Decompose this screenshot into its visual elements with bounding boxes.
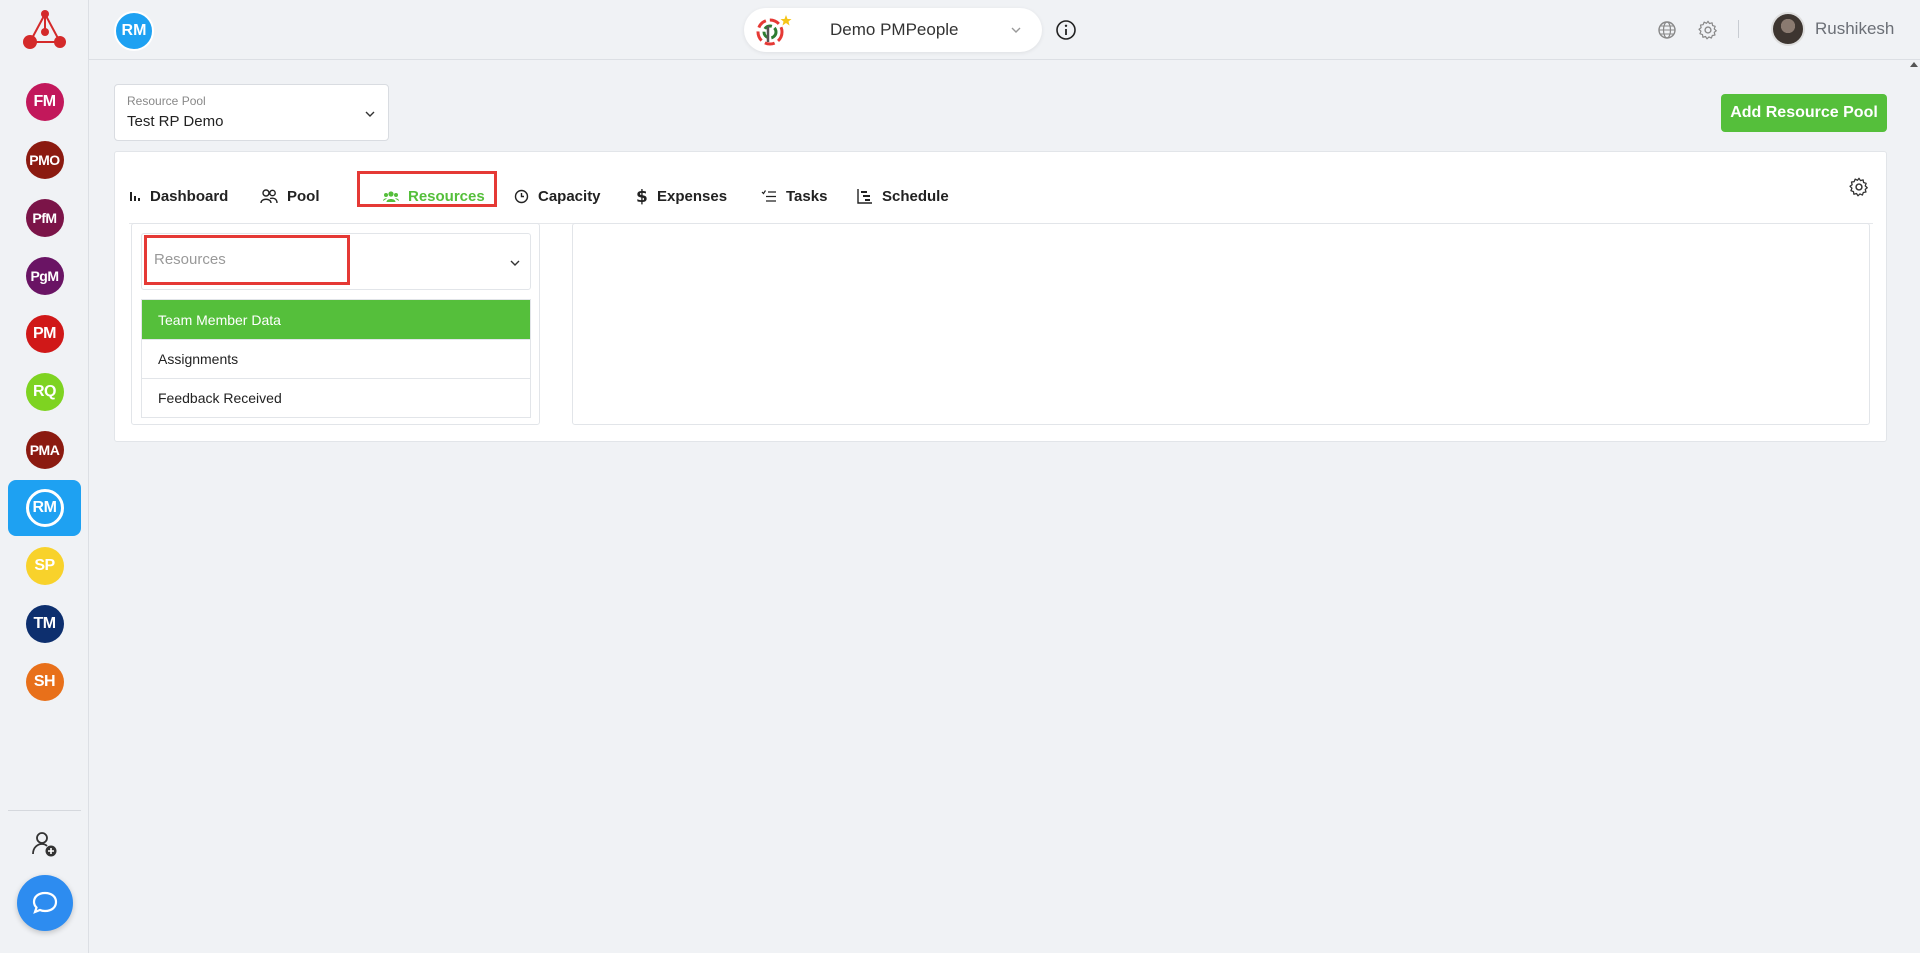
sidebar-app-sh[interactable]: SH	[0, 653, 89, 711]
sidebar-divider	[8, 810, 81, 811]
tab-tasks[interactable]: Tasks	[761, 182, 827, 210]
chat-button[interactable]	[17, 875, 73, 931]
module-tabs: Dashboard Pool Resources Capacity $ Expe…	[129, 166, 1873, 224]
tab-label: Pool	[287, 187, 320, 205]
tab-label: Tasks	[786, 187, 828, 205]
resources-select[interactable]: Resources	[141, 233, 531, 290]
app-badge: SH	[25, 663, 64, 701]
app-badge: PM	[25, 315, 64, 353]
app-badge: TM	[25, 605, 64, 643]
app-logo[interactable]	[19, 4, 71, 54]
sidebar-app-pmo[interactable]: PMO	[0, 131, 89, 189]
tab-label: Dashboard	[150, 187, 229, 205]
chat-bubble-icon	[32, 891, 58, 914]
user-avatar[interactable]	[1771, 12, 1805, 46]
tab-label: Expenses	[657, 187, 728, 205]
workspace-selector[interactable]: Demo PMPeople	[744, 8, 1042, 52]
add-user-icon[interactable]	[30, 829, 60, 859]
module-badge[interactable]: RM	[114, 11, 154, 51]
app-badge: PMO	[25, 141, 64, 179]
sidebar-app-pgm[interactable]: PgM	[0, 247, 89, 305]
people-icon	[260, 189, 278, 204]
resource-pool-label: Resource Pool	[127, 94, 206, 108]
main-card: Dashboard Pool Resources Capacity $ Expe…	[114, 151, 1887, 442]
workspace-name: Demo PMPeople	[830, 20, 959, 39]
top-bar: RM Demo PMPeople Rushikesh	[89, 0, 1920, 60]
sidebar-app-fm[interactable]: FM	[0, 73, 89, 131]
settings-gear-icon[interactable]	[1848, 176, 1870, 198]
resource-menu: Team Member Data Assignments Feedback Re…	[141, 299, 531, 418]
workspace-logo-icon	[756, 15, 792, 46]
tab-dashboard[interactable]: Dashboard	[129, 182, 228, 210]
scroll-up-arrow[interactable]	[1910, 62, 1918, 67]
tab-label: Schedule	[882, 187, 949, 205]
app-badge: PgM	[25, 257, 64, 295]
resource-pool-value: Test RP Demo	[127, 113, 224, 130]
sidebar-app-rq[interactable]: RQ	[0, 363, 89, 421]
tab-label: Resources	[408, 187, 485, 205]
resources-panel: Resources Team Member Data Assignments F…	[131, 223, 540, 425]
sidebar-app-pfm[interactable]: PfM	[0, 189, 89, 247]
content-panel	[572, 223, 1870, 425]
sidebar-app-pma[interactable]: PMA	[0, 421, 89, 479]
tab-pool[interactable]: Pool	[260, 182, 320, 210]
app-badge: RQ	[25, 373, 64, 411]
app-badge: PfM	[25, 199, 64, 237]
settings-gear-icon[interactable]	[1697, 19, 1719, 41]
svg-text:$: $	[636, 187, 648, 205]
resource-menu-item-assignments[interactable]: Assignments	[142, 339, 530, 378]
group-icon	[383, 191, 399, 202]
bar-chart-icon	[130, 192, 140, 201]
tab-resources[interactable]: Resources	[383, 182, 485, 210]
globe-icon[interactable]	[1657, 20, 1677, 40]
resource-pool-select[interactable]: Resource Pool Test RP Demo	[114, 84, 389, 141]
tab-schedule[interactable]: Schedule	[857, 182, 949, 210]
topbar-separator	[1738, 20, 1739, 38]
chevron-down-icon	[365, 111, 375, 117]
resource-menu-item-feedback-received[interactable]: Feedback Received	[142, 378, 530, 417]
gantt-icon	[857, 189, 872, 204]
dollar-icon: $	[636, 187, 648, 205]
tab-expenses[interactable]: $ Expenses	[636, 182, 727, 210]
clock-icon	[514, 189, 529, 203]
app-switcher: FM PMO PfM PgM PM RQ PMA RM SP TM SH	[0, 73, 89, 711]
sidebar: FM PMO PfM PgM PM RQ PMA RM SP TM SH	[0, 0, 89, 953]
add-resource-pool-button[interactable]: Add Resource Pool	[1721, 94, 1887, 132]
task-list-icon	[761, 190, 776, 202]
user-name[interactable]: Rushikesh	[1815, 19, 1894, 39]
sidebar-app-rm[interactable]: RM	[0, 479, 89, 537]
sidebar-app-pm[interactable]: PM	[0, 305, 89, 363]
tab-capacity[interactable]: Capacity	[514, 182, 601, 210]
sidebar-app-sp[interactable]: SP	[0, 537, 89, 595]
app-badge: FM	[25, 83, 64, 121]
chevron-down-icon	[510, 260, 520, 266]
app-badge: SP	[25, 547, 64, 585]
app-badge: RM	[25, 489, 64, 527]
resources-select-placeholder: Resources	[154, 251, 226, 268]
sidebar-app-tm[interactable]: TM	[0, 595, 89, 653]
tab-label: Capacity	[538, 187, 601, 205]
info-icon[interactable]	[1055, 19, 1077, 41]
resource-menu-item-team-member-data[interactable]: Team Member Data	[142, 300, 530, 339]
app-badge: PMA	[25, 431, 64, 469]
chevron-down-icon	[1011, 27, 1021, 33]
